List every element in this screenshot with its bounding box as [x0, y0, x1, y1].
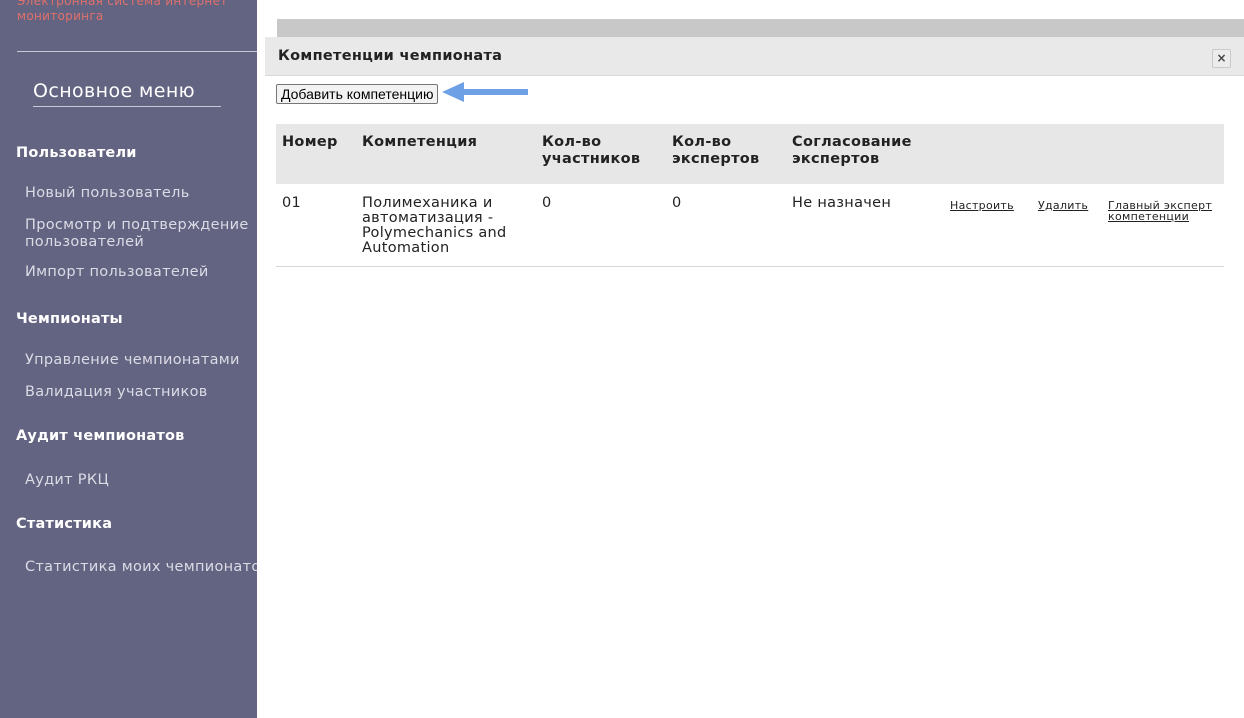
sidebar-item-my-championship-stats[interactable]: Статистика моих чемпионатов: [25, 559, 257, 576]
annotation-arrow-icon: [442, 82, 528, 102]
sidebar-item-view-confirm-users[interactable]: Просмотр и подтверждение пользователей: [25, 217, 257, 251]
col-action-3-header: [1102, 124, 1224, 184]
dialog-header: Компетенции чемпионата ×: [265, 37, 1244, 76]
section-statistics-heading: Статистика: [16, 516, 113, 532]
page-top-area: [257, 0, 1244, 19]
table-row: 01 Полимеханика и автоматизация - Polyme…: [276, 184, 1224, 267]
dialog-title: Компетенции чемпионата: [278, 48, 503, 64]
cell-configure: Настроить: [944, 184, 1032, 267]
cell-approval: Не назначен: [786, 184, 944, 267]
cell-number: 01: [276, 184, 356, 267]
sidebar-item-audit-rkc[interactable]: Аудит РКЦ: [25, 472, 109, 489]
delete-link[interactable]: Удалить: [1038, 199, 1088, 212]
table-header-row: Номер Компетенция Кол-во участников Кол-…: [276, 124, 1224, 184]
col-action-2-header: [1032, 124, 1102, 184]
close-icon: ×: [1216, 51, 1227, 65]
main-menu-title: Основное меню: [33, 80, 221, 107]
cell-delete: Удалить: [1032, 184, 1102, 267]
col-approval-header: Согласование экспертов: [786, 124, 944, 184]
competences-dialog: Компетенции чемпионата × Добавить компет…: [265, 37, 1244, 718]
cell-experts: 0: [666, 184, 786, 267]
col-competence-header: Компетенция: [356, 124, 536, 184]
chief-expert-link[interactable]: Главный эксперт компетенции: [1108, 199, 1212, 223]
sidebar-divider: [17, 51, 257, 52]
brand-title: Электронная система интернет мониторинга: [17, 0, 228, 23]
col-participants-header: Кол-во участников: [536, 124, 666, 184]
close-button[interactable]: ×: [1212, 49, 1231, 68]
col-experts-header: Кол-во экспертов: [666, 124, 786, 184]
cell-competence: Полимеханика и автоматизация - Polymecha…: [356, 184, 536, 267]
configure-link[interactable]: Настроить: [950, 199, 1014, 212]
sidebar-item-import-users[interactable]: Импорт пользователей: [25, 264, 209, 281]
section-users-heading: Пользователи: [16, 145, 137, 161]
add-competence-button[interactable]: Добавить компетенцию: [276, 84, 439, 104]
sidebar-item-new-user[interactable]: Новый пользователь: [25, 185, 190, 202]
competences-table: Номер Компетенция Кол-во участников Кол-…: [276, 124, 1224, 267]
col-action-1-header: [944, 124, 1032, 184]
cell-chief-expert: Главный эксперт компетенции: [1102, 184, 1224, 267]
overlay-backdrop: [257, 19, 1244, 37]
section-audit-heading: Аудит чемпионатов: [16, 428, 185, 444]
sidebar-item-validate-participants[interactable]: Валидация участников: [25, 384, 208, 401]
sidebar: Электронная система интернет мониторинга…: [0, 0, 257, 718]
section-championships-heading: Чемпионаты: [16, 311, 123, 327]
cell-participants: 0: [536, 184, 666, 267]
sidebar-item-manage-championships[interactable]: Управление чемпионатами: [25, 352, 240, 369]
col-number-header: Номер: [276, 124, 356, 184]
